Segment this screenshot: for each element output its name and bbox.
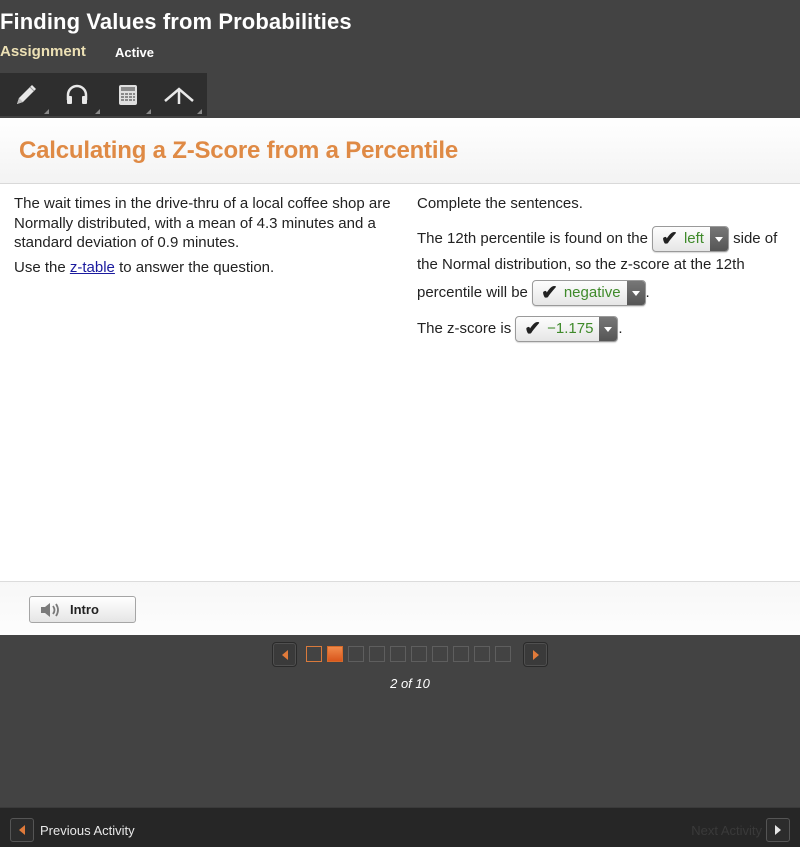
sentence-1-end: percentile will be ✔ negative. (417, 280, 797, 307)
tool-menu-corner (44, 109, 49, 114)
question-instructions: Complete the sentences. (417, 195, 583, 212)
chevron-down-icon[interactable] (626, 281, 645, 306)
previous-page-button[interactable] (272, 642, 297, 667)
dropdown-value: −1.175 (547, 320, 594, 338)
intro-audio-button[interactable]: Intro (29, 596, 136, 623)
dropdown-value: negative (563, 284, 621, 302)
sentence-text: . (618, 320, 623, 337)
page-indicator-5[interactable] (390, 646, 406, 662)
intro-label: Intro (70, 602, 99, 617)
sentence-2: The z-score is ✔ −1.175. (417, 316, 797, 343)
sentence-text: The 12th percentile is found on the (417, 230, 653, 247)
reference-icon (163, 86, 194, 104)
tool-menu-corner (146, 109, 151, 114)
lesson-title-bar: Calculating a Z-Score from a Percentile (0, 118, 800, 184)
sentence-1: The 12th percentile is found on the ✔ lef… (417, 226, 797, 253)
audio-tool-button[interactable] (51, 73, 102, 116)
tool-menu-corner (95, 109, 100, 114)
next-page-button[interactable] (523, 642, 548, 667)
question-area: Complete the sentences. The 12th percent… (417, 194, 797, 343)
page-indicator-1[interactable] (306, 646, 322, 662)
check-icon: ✔ (541, 282, 558, 305)
sentence-1-continued: the Normal distribution, so the z-score … (417, 256, 745, 273)
z-table-link[interactable]: z-table (70, 259, 115, 276)
next-activity-label: Next Activity (691, 823, 762, 838)
check-icon: ✔ (524, 318, 542, 341)
status-badge: Active (115, 45, 155, 60)
check-icon: ✔ (661, 228, 678, 251)
page-indicator-3[interactable] (348, 646, 364, 662)
calculator-icon (118, 84, 137, 105)
lesson-content: Calculating a Z-Score from a Percentile … (0, 118, 800, 635)
problem-text: The wait times in the drive-thru of a lo… (14, 195, 391, 251)
speaker-icon (41, 602, 59, 617)
z-score-dropdown[interactable]: ✔ −1.175 (515, 316, 619, 343)
page-indicator-10[interactable] (495, 646, 511, 662)
lesson-title: Calculating a Z-Score from a Percentile (19, 137, 459, 164)
chevron-down-icon[interactable] (709, 227, 728, 252)
media-strip: Intro (0, 581, 800, 635)
pencil-icon (16, 84, 36, 104)
sentence-text: . (645, 284, 650, 301)
dropdown-value: left (683, 230, 704, 248)
reference-tool-button[interactable] (153, 73, 204, 116)
arrow-left-icon (281, 649, 288, 660)
tool-menu-corner (197, 109, 202, 114)
page-indicator-9[interactable] (474, 646, 490, 662)
activity-navigation: Previous Activity Next Activity (0, 807, 800, 847)
page-navigator: 2 of 10 (0, 635, 800, 807)
page-indicator-4[interactable] (369, 646, 385, 662)
problem-statement: The wait times in the drive-thru of a lo… (14, 194, 406, 282)
arrow-left-icon (19, 825, 25, 835)
sign-dropdown[interactable]: ✔ negative (532, 280, 646, 307)
next-activity-button[interactable] (766, 818, 790, 842)
arrow-right-icon (775, 825, 781, 835)
previous-activity-button[interactable] (10, 818, 34, 842)
side-dropdown[interactable]: ✔ left (652, 226, 729, 253)
header: Finding Values from Probabilities Assign… (0, 0, 800, 118)
page-indicator-8[interactable] (453, 646, 469, 662)
sentence-text: The z-score is (417, 320, 516, 337)
page-indicators (306, 646, 511, 662)
toolbar (0, 73, 207, 116)
activity-title: Finding Values from Probabilities (0, 9, 352, 34)
calculator-tool-button[interactable] (102, 73, 153, 116)
page-indicator-7[interactable] (432, 646, 448, 662)
chevron-down-icon[interactable] (599, 317, 618, 342)
instruction-suffix: to answer the question. (114, 258, 275, 276)
sentence-text: side of (728, 230, 778, 247)
headphones-icon (66, 84, 87, 104)
page-indicator-6[interactable] (411, 646, 427, 662)
instruction-prefix: Use the (14, 258, 70, 276)
instruction-text: Use the z-table to answer the question. (14, 258, 406, 278)
arrow-right-icon (532, 649, 539, 660)
previous-activity-label[interactable]: Previous Activity (40, 823, 135, 838)
pencil-tool-button[interactable] (0, 73, 51, 116)
assignment-label: Assignment (0, 43, 86, 60)
sentence-text: percentile will be (417, 284, 533, 301)
page-indicator-2[interactable] (327, 646, 343, 662)
page-counter: 2 of 10 (390, 676, 430, 691)
